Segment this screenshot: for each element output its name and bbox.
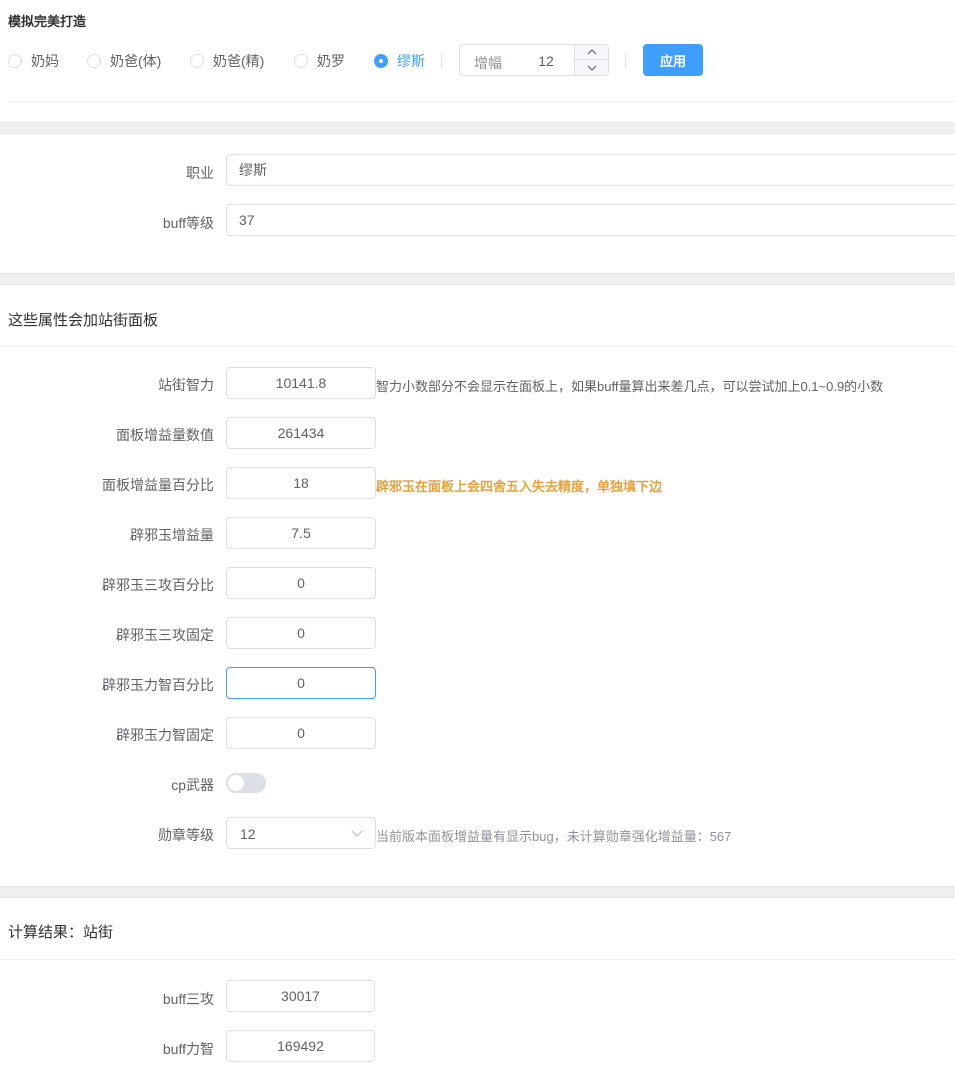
panel-buff-value-input[interactable]: 261434 [226,417,376,449]
buff-level-field[interactable]: 37 [226,204,955,236]
int-hint: 智力小数部分不会显示在面板上，如果buff量算出来差几点，可以尝试加上0.1~0… [376,379,884,394]
jade-buff-input[interactable]: 7.5 [226,517,376,549]
field-label: 辟邪玉力智固定 [116,727,214,743]
divider [8,101,955,102]
medal-hint: 当前版本面板增益量有显示bug，未计算勋章强化增益量：567 [376,829,732,844]
field-label: 面板增益量数值 [116,427,214,443]
radio-label: 奶爸(体) [110,53,162,69]
decrease-button[interactable] [575,60,609,75]
divider [441,54,442,68]
cp-weapon-toggle[interactable] [226,773,266,793]
toggle-knob [228,775,244,791]
amplify-value[interactable]: 12 [524,53,568,69]
field-label: 面板增益量百分比 [102,477,214,493]
panel-buff-percent-input[interactable]: 18 [226,467,376,499]
increase-button[interactable] [575,45,609,60]
radio-class-3[interactable]: 奶罗 [294,52,345,70]
field-label: 站街智力 [158,377,214,393]
radio-label: 奶爸(精) [213,53,265,69]
divider [625,54,626,68]
field-label: 辟邪玉三攻固定 [116,627,214,643]
job-label: 职业 [186,165,214,181]
radio-class-1[interactable]: 奶爸(体) [87,52,161,70]
radio-circle-icon [87,54,101,68]
divider [0,346,955,347]
result-int-label: buff力智 [162,1041,214,1057]
divider [0,959,955,960]
radio-circle-icon [294,54,308,68]
buff-level-label: buff等级 [162,215,214,231]
cp-weapon-label: cp武器 [171,777,214,793]
radio-class-2[interactable]: 奶爸(精) [190,52,264,70]
result-int-value[interactable]: 169492 [226,1030,375,1062]
jade-atk-fixed-input[interactable]: 0 [226,617,376,649]
result-atk-label: buff三攻 [162,991,214,1007]
radio-circle-icon [8,54,22,68]
result-section-title: 计算结果：站街 [8,924,114,941]
stepper-buttons [574,45,609,75]
jade-stat-percent-input[interactable]: 0 [226,667,376,699]
panel-section-title: 这些属性会加站街面板 [8,312,159,329]
chevron-up-icon [587,49,597,55]
radio-checked-icon [374,54,388,68]
apply-button[interactable]: 应用 [643,44,703,76]
medal-level-select[interactable]: 12 [226,817,376,849]
field-label: 辟邪玉增益量 [130,527,214,543]
field-label: 辟邪玉力智百分比 [102,677,214,693]
amplify-stepper[interactable]: 增幅 12 [459,44,609,76]
page-title: 模拟完美打造 [8,14,87,29]
radio-label: 奶罗 [317,53,345,69]
percent-warning-hint: 辟邪玉在面板上会四舍五入失去精度，单独填下边 [376,479,663,494]
radio-circle-icon [190,54,204,68]
street-int-input[interactable]: 10141.8 [226,367,376,399]
amplify-prefix: 增幅 [474,55,502,71]
radio-label: 奶妈 [31,53,59,69]
section-separator [0,122,955,134]
chevron-down-icon [351,827,363,841]
result-atk-value[interactable]: 30017 [226,980,375,1012]
section-separator [0,273,955,285]
radio-class-0[interactable]: 奶妈 [8,52,59,70]
radio-class-4[interactable]: 缪斯 [374,52,425,70]
chevron-down-icon [587,65,597,71]
jade-stat-fixed-input[interactable]: 0 [226,717,376,749]
medal-level-value: 12 [240,826,256,842]
job-field[interactable]: 缪斯 [226,154,955,186]
medal-level-label: 勋章等级 [158,827,214,843]
field-label: 辟邪玉三攻百分比 [102,577,214,593]
section-separator [0,886,955,898]
radio-label: 缪斯 [397,53,425,69]
jade-atk-percent-input[interactable]: 0 [226,567,376,599]
